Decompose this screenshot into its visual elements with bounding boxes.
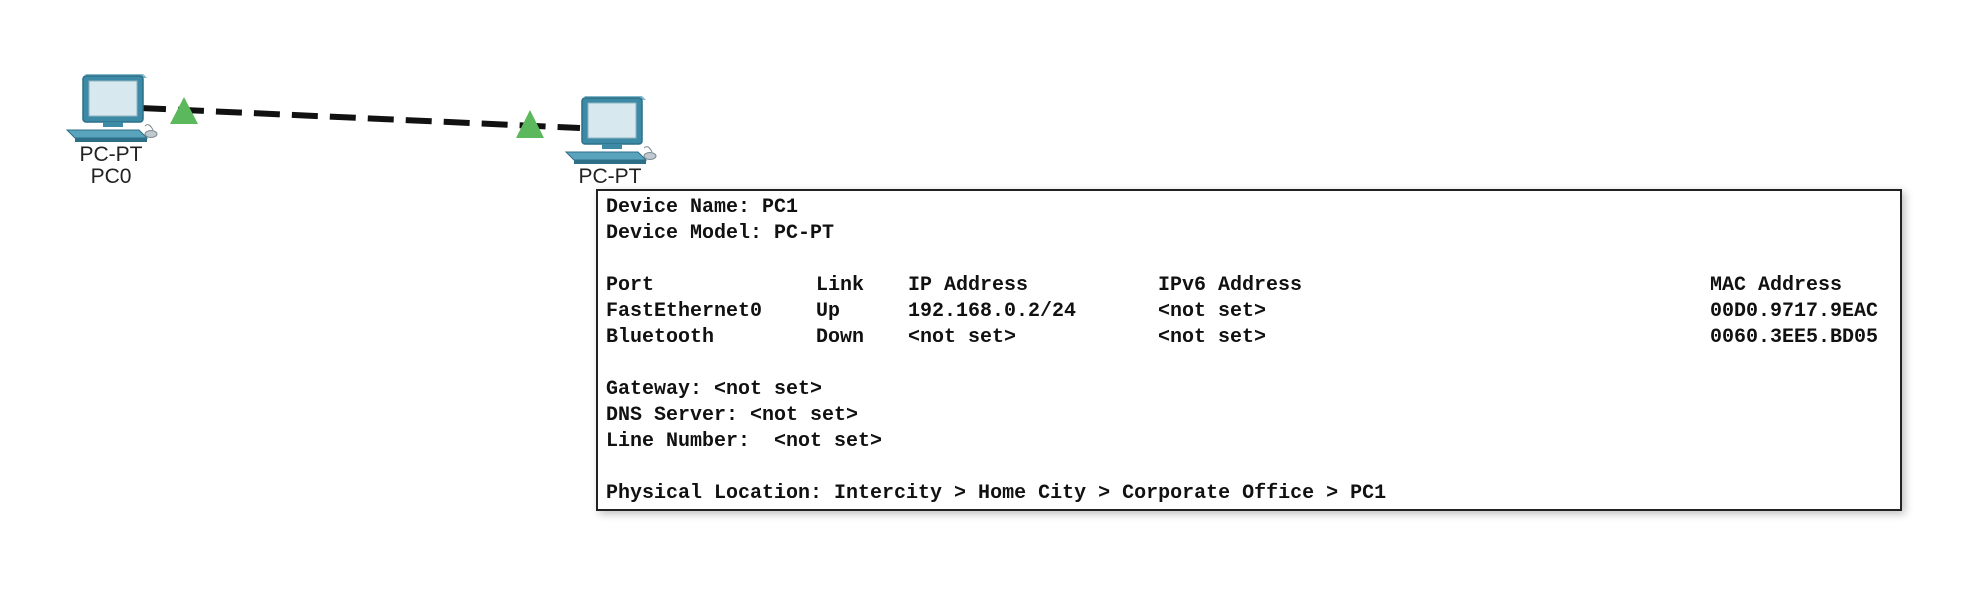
gateway-line: Gateway: <not set> bbox=[606, 378, 823, 401]
ipv6-address: <not set> bbox=[1158, 326, 1267, 349]
link-status: Up bbox=[816, 300, 841, 323]
workspace-canvas[interactable]: PC-PT PC0 PC-PT P Device Name: PC1 Devic… bbox=[0, 0, 1984, 596]
device-model-label: PC-PT bbox=[79, 143, 143, 166]
ethernet-cable[interactable] bbox=[139, 105, 581, 131]
device-name-label: PC0 bbox=[90, 165, 132, 188]
ip-address: 192.168.0.2/24 bbox=[908, 300, 1077, 323]
header-ip-address: IP Address bbox=[908, 274, 1029, 297]
ipv6-address: <not set> bbox=[1158, 300, 1267, 323]
dns-server-line: DNS Server: <not set> bbox=[606, 404, 859, 427]
port-name: FastEthernet0 bbox=[606, 300, 763, 323]
port-name: Bluetooth bbox=[606, 326, 715, 349]
physical-location-line: Physical Location: Intercity > Home City… bbox=[606, 482, 1387, 505]
port-table-header: Port Link IP Address IPv6 Address MAC Ad… bbox=[606, 273, 1892, 299]
header-mac-address: MAC Address bbox=[1710, 274, 1843, 297]
link-status: Down bbox=[816, 326, 865, 349]
pc-icon bbox=[65, 74, 158, 142]
device-pc0[interactable]: PC-PT PC0 bbox=[56, 70, 166, 188]
header-ipv6-address: IPv6 Address bbox=[1158, 274, 1303, 297]
header-port: Port bbox=[606, 274, 655, 297]
device-model-line: Device Model: PC-PT bbox=[606, 222, 835, 245]
line-number-line: Line Number: <not set> bbox=[606, 430, 883, 453]
mac-address: 0060.3EE5.BD05 bbox=[1710, 326, 1879, 349]
ip-address: <not set> bbox=[908, 326, 1017, 349]
device-model-label: PC-PT bbox=[578, 165, 642, 188]
table-row: FastEthernet0 Up 192.168.0.2/24 <not set… bbox=[606, 299, 1892, 325]
device-name-line: Device Name: PC1 bbox=[606, 196, 799, 219]
header-link: Link bbox=[816, 274, 865, 297]
pc-icon bbox=[564, 96, 657, 164]
device-info-tooltip: Device Name: PC1 Device Model: PC-PT Por… bbox=[596, 189, 1902, 511]
mac-address: 00D0.9717.9EAC bbox=[1710, 300, 1879, 323]
table-row: Bluetooth Down <not set> <not set> 0060.… bbox=[606, 325, 1892, 351]
